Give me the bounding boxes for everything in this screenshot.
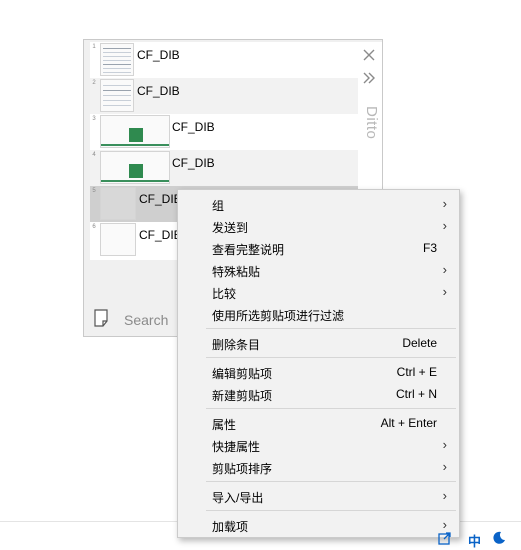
- clip-thumbnail: [100, 79, 134, 112]
- clip-label: CF_DIB: [139, 192, 182, 206]
- submenu-arrow-icon: ›: [442, 517, 447, 532]
- clip-number: 3: [92, 116, 96, 122]
- menu-item-quick-properties[interactable]: 快捷属性 ›: [180, 434, 457, 456]
- clip-row[interactable]: 1 CF_DIB: [90, 42, 358, 78]
- clip-label: CF_DIB: [137, 84, 180, 98]
- clip-thumbnail: [100, 151, 170, 184]
- menu-separator: [206, 481, 456, 482]
- clip-number: 5: [92, 188, 96, 194]
- menu-item-clip-order[interactable]: 剪贴项排序 ›: [180, 456, 457, 478]
- clip-number: 2: [92, 80, 96, 86]
- search-field[interactable]: Search: [90, 302, 180, 332]
- menu-item-import-export[interactable]: 导入/导出 ›: [180, 485, 457, 507]
- menu-shortcut: Delete: [402, 336, 437, 350]
- window-title: Ditto: [363, 106, 380, 140]
- clip-thumbnail: [100, 115, 170, 148]
- menu-separator: [206, 357, 456, 358]
- menu-item-edit-clip[interactable]: 编辑剪贴项 Ctrl + E: [180, 361, 457, 383]
- menu-item-send-to[interactable]: 发送到 ›: [180, 215, 457, 237]
- submenu-arrow-icon: ›: [442, 218, 447, 233]
- clip-label: CF_DIB: [139, 228, 182, 242]
- search-placeholder: Search: [124, 312, 169, 328]
- menu-item-compare[interactable]: 比较 ›: [180, 281, 457, 303]
- moon-icon[interactable]: [492, 531, 506, 548]
- submenu-arrow-icon: ›: [442, 437, 447, 452]
- clip-row[interactable]: 3 CF_DIB: [90, 114, 358, 150]
- double-chevron-icon[interactable]: [360, 69, 378, 87]
- menu-separator: [206, 328, 456, 329]
- menu-item-add-ins[interactable]: 加载项 ›: [180, 514, 457, 536]
- clip-thumbnail: [100, 43, 134, 76]
- clip-number: 1: [92, 44, 96, 50]
- menu-item-special-paste[interactable]: 特殊粘贴 ›: [180, 259, 457, 281]
- submenu-arrow-icon: ›: [442, 459, 447, 474]
- menu-item-properties[interactable]: 属性 Alt + Enter: [180, 412, 457, 434]
- submenu-arrow-icon: ›: [442, 488, 447, 503]
- menu-shortcut: F3: [422, 241, 437, 255]
- submenu-arrow-icon: ›: [442, 262, 447, 277]
- submenu-arrow-icon: ›: [442, 284, 447, 299]
- close-icon[interactable]: [360, 46, 378, 64]
- menu-separator: [206, 408, 456, 409]
- ime-mode-indicator[interactable]: 中: [468, 531, 481, 550]
- menu-item-filter-by-selected[interactable]: 使用所选剪贴项进行过滤: [180, 303, 457, 325]
- menu-item-view-full-description[interactable]: 查看完整说明 F3: [180, 237, 457, 259]
- menu-item-new-clip[interactable]: 新建剪贴项 Ctrl + N: [180, 383, 457, 405]
- menu-item-delete[interactable]: 删除条目 Delete: [180, 332, 457, 354]
- clip-row[interactable]: 2 CF_DIB: [90, 78, 358, 114]
- note-icon: [94, 309, 108, 327]
- menu-item-group[interactable]: 组 ›: [180, 193, 457, 215]
- clip-thumbnail: [100, 187, 136, 220]
- context-menu: 组 › 发送到 › 查看完整说明 F3 特殊粘贴 › 比较 › 使用所选剪贴项进…: [177, 189, 460, 538]
- menu-shortcut: Ctrl + N: [395, 387, 437, 401]
- clip-label: CF_DIB: [172, 120, 215, 134]
- expand-icon[interactable]: [438, 531, 452, 548]
- menu-shortcut: Alt + Enter: [380, 416, 437, 430]
- clip-thumbnail: [100, 223, 136, 256]
- menu-shortcut: Ctrl + E: [396, 365, 437, 379]
- submenu-arrow-icon: ›: [442, 196, 447, 211]
- clip-number: 4: [92, 152, 96, 158]
- menu-separator: [206, 510, 456, 511]
- clip-label: CF_DIB: [172, 156, 215, 170]
- clip-number: 6: [92, 224, 96, 230]
- clip-row[interactable]: 4 CF_DIB: [90, 150, 358, 186]
- system-tray: 中: [436, 531, 521, 550]
- clip-label: CF_DIB: [137, 48, 180, 62]
